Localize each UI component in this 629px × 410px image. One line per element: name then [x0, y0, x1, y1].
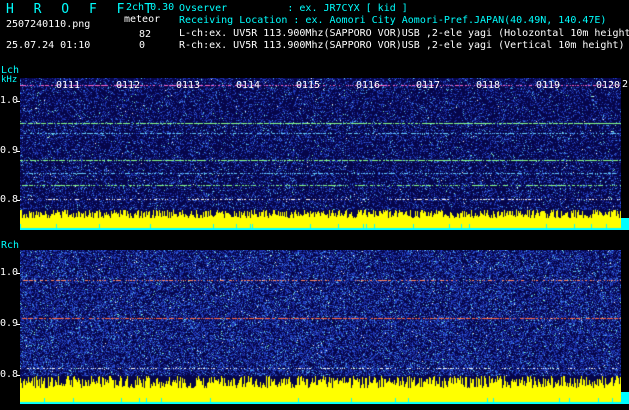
rch-right-edge-marker — [621, 392, 629, 404]
lch-ytick-label-1-0: 1.0 — [0, 95, 19, 106]
lch-spectrogram-canvas — [20, 78, 621, 230]
time-label-0118: 0118 — [476, 80, 501, 91]
rch-info: R-ch:ex. UV5R 113.900Mhz(SAPPORO VOR)USB… — [179, 40, 625, 51]
rch-meteor-count: 0 — [139, 40, 146, 51]
lch-info: L-ch:ex. UV5R 113.900Mhz(SAPPORO VOR)USB… — [179, 28, 629, 39]
lch-right-edge-marker — [621, 218, 629, 230]
time-label-0115: 0115 — [296, 80, 321, 91]
location-info: Receiving Location : ex. Aomori City Aom… — [179, 15, 607, 26]
meteor-label: meteor — [124, 14, 161, 25]
rch-spectrogram-canvas — [20, 250, 621, 404]
lch-ytick-label-0-8: 0.8 — [0, 194, 19, 205]
rch-ytick-label-0-9: 0.9 — [0, 318, 19, 329]
datetime-label: 25.07.24 01:10 — [6, 40, 91, 51]
time-label-0114: 0114 — [236, 80, 261, 91]
time-label-0117: 0117 — [416, 80, 441, 91]
rch-label: Rch — [1, 240, 20, 251]
time-label-0112: 0112 — [116, 80, 141, 91]
time-label-0119: 0119 — [536, 80, 561, 91]
time-label-0120: 0120 — [596, 80, 621, 91]
time-label-0111: 0111 — [56, 80, 81, 91]
lch-spectrogram: 0111 0112 0113 0114 0115 0116 0117 0118 … — [20, 78, 621, 230]
time-label-trailing: 2 — [622, 79, 629, 90]
time-label-0113: 0113 — [176, 80, 201, 91]
khz-unit-label: kHz — [1, 75, 18, 85]
rch-spectrogram — [20, 250, 621, 404]
file-name: 2507240110.png — [6, 19, 91, 30]
time-label-0116: 0116 — [356, 80, 381, 91]
rch-ytick-label-1-0: 1.0 — [0, 267, 19, 278]
lch-ytick-label-0-9: 0.9 — [0, 145, 19, 156]
rch-ytick-label-0-8: 0.8 — [0, 369, 19, 380]
version-label: 2ch 0.30 — [126, 2, 175, 13]
observer-info: Ovserver : ex. JR7CYX [ kid ] — [179, 3, 408, 14]
lch-meteor-count: 82 — [139, 29, 152, 40]
